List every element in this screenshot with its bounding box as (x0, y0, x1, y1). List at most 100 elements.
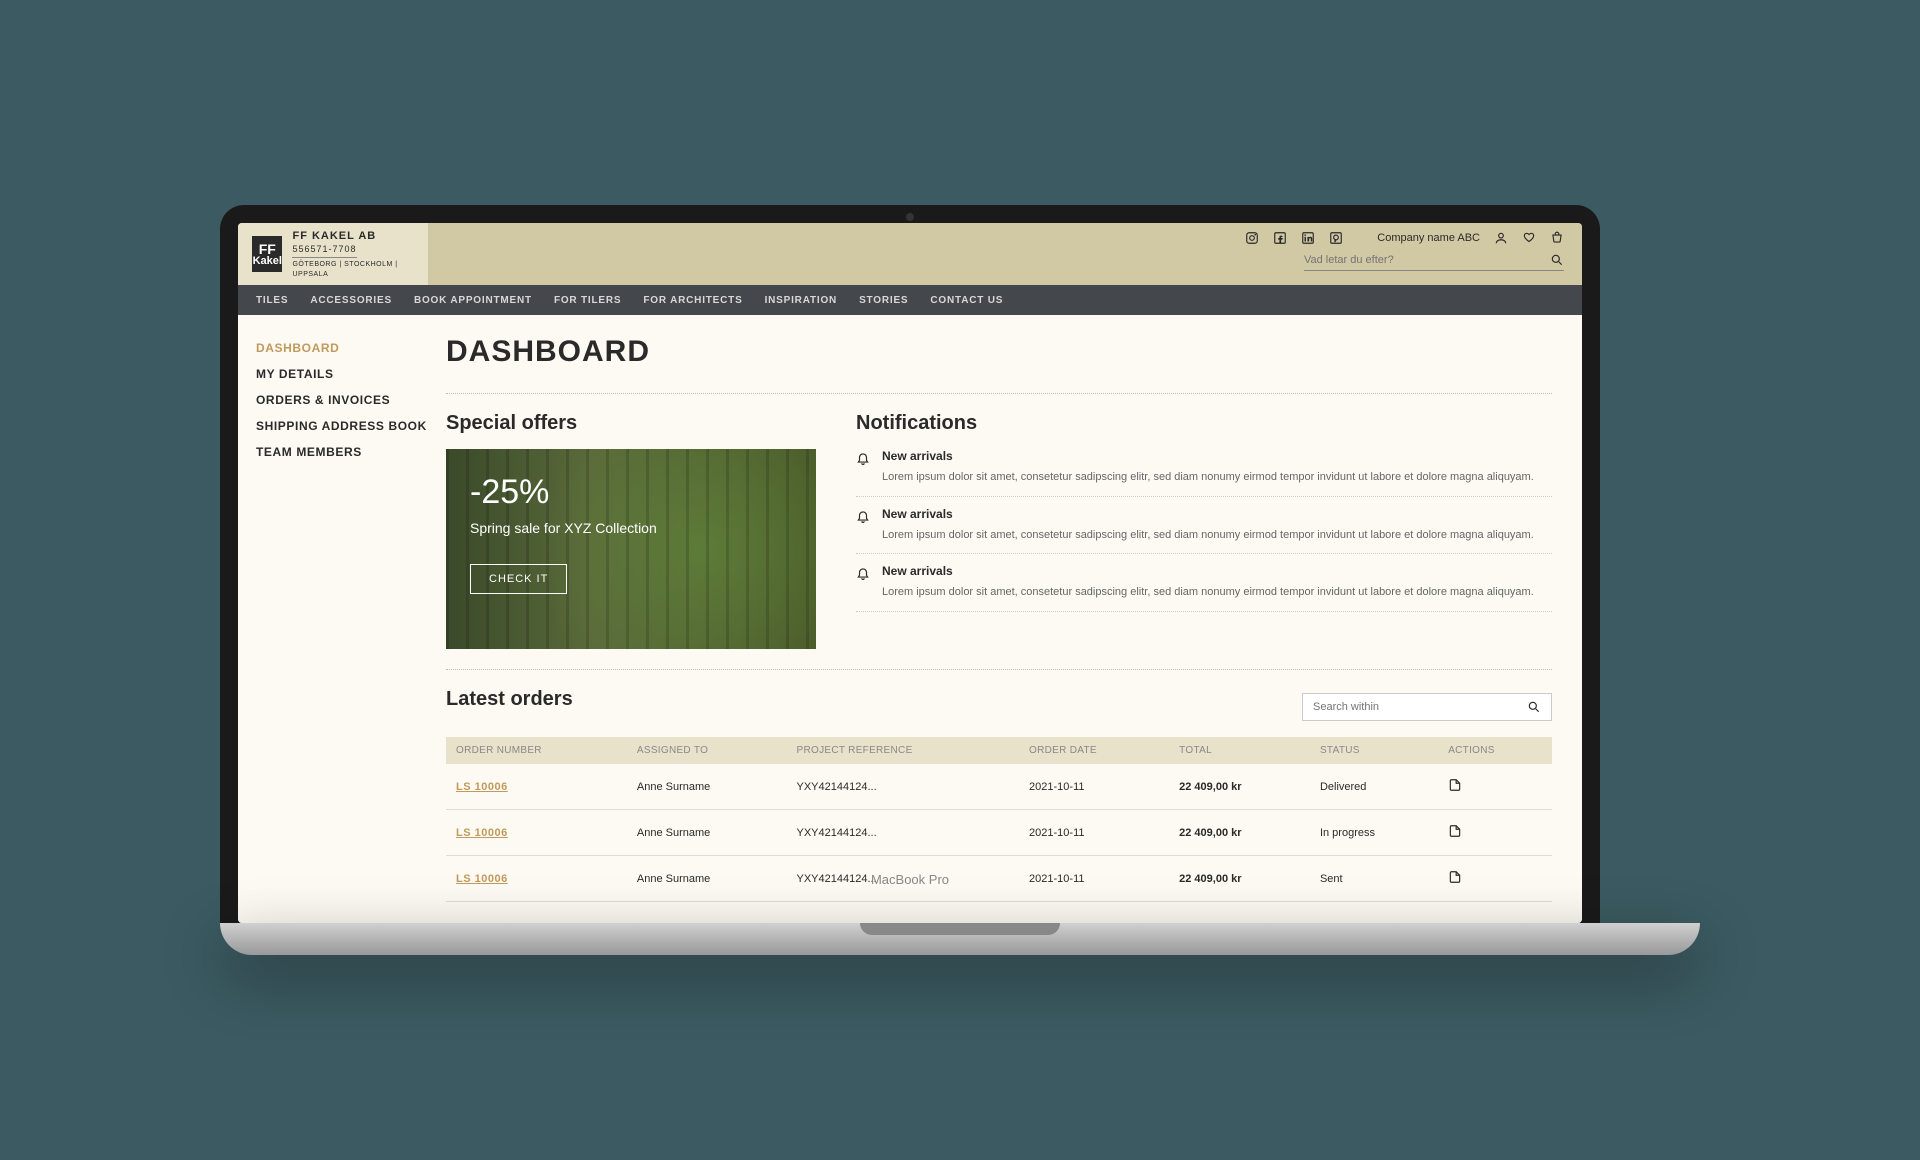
nav-inspiration[interactable]: INSPIRATION (765, 295, 838, 306)
sidebar-item-team[interactable]: TEAM MEMBERS (256, 445, 438, 459)
logo-ff: FF (259, 242, 276, 256)
orders-header: Latest orders (446, 688, 1552, 725)
cart-icon[interactable] (1550, 231, 1564, 245)
nav-stories[interactable]: STORIES (859, 295, 908, 306)
col-actions: ACTIONS (1438, 737, 1552, 764)
orders-search-input[interactable] (1313, 701, 1527, 713)
search-icon[interactable] (1527, 700, 1541, 714)
cell-date: 2021-10-11 (1019, 810, 1169, 856)
screen: FF Kakel FF KAKEL AB 556571-7708 GÖTEBOR… (238, 223, 1582, 923)
promo-banner[interactable]: -25% Spring sale for XYZ Collection CHEC… (446, 449, 816, 649)
sidebar: DASHBOARD MY DETAILS ORDERS & INVOICES S… (238, 315, 438, 923)
user-icon[interactable] (1494, 231, 1508, 245)
search-icon[interactable] (1550, 253, 1564, 267)
laptop-frame: FF Kakel FF KAKEL AB 556571-7708 GÖTEBOR… (220, 205, 1600, 923)
order-number-link[interactable]: LS 10006 (446, 764, 627, 810)
notif-text: New arrivals Lorem ipsum dolor sit amet,… (882, 449, 1534, 486)
col-date: ORDER DATE (1019, 737, 1169, 764)
logo-number: 556571-7708 (292, 244, 356, 259)
company-name[interactable]: Company name ABC (1377, 232, 1480, 244)
notification-item[interactable]: New arrivals Lorem ipsum dolor sit amet,… (856, 554, 1552, 612)
instagram-icon[interactable] (1245, 231, 1259, 245)
content: DASHBOARD MY DETAILS ORDERS & INVOICES S… (238, 315, 1582, 923)
bell-icon (856, 566, 870, 580)
col-reference: PROJECT REFERENCE (787, 737, 1020, 764)
cell-actions (1438, 764, 1552, 810)
notif-desc: Lorem ipsum dolor sit amet, consetetur s… (882, 527, 1534, 544)
nav-architects[interactable]: FOR ARCHITECTS (643, 295, 742, 306)
laptop-base (220, 923, 1700, 955)
cell-status: Delivered (1310, 764, 1438, 810)
nav-contact[interactable]: CONTACT US (930, 295, 1003, 306)
linkedin-icon[interactable] (1301, 231, 1315, 245)
sidebar-item-details[interactable]: MY DETAILS (256, 367, 438, 381)
logo-mark: FF Kakel (252, 236, 282, 272)
search-input[interactable] (1304, 254, 1540, 266)
cell-date: 2021-10-11 (1019, 856, 1169, 902)
sidebar-item-orders[interactable]: ORDERS & INVOICES (256, 393, 438, 407)
orders-search[interactable] (1302, 693, 1552, 721)
orders-heading: Latest orders (446, 688, 573, 711)
notif-title: New arrivals (882, 507, 1534, 521)
logo-cities: GÖTEBORG | STOCKHOLM | UPPSALA (292, 260, 413, 278)
offers-heading: Special offers (446, 412, 816, 435)
table-row: LS 10006 Anne Surname YXY42144124... 202… (446, 856, 1552, 902)
cell-assigned: Anne Surname (627, 810, 787, 856)
notif-title: New arrivals (882, 564, 1534, 578)
cell-status: In progress (1310, 810, 1438, 856)
cell-actions (1438, 810, 1552, 856)
page-title: DASHBOARD (446, 335, 1552, 369)
cell-assigned: Anne Surname (627, 856, 787, 902)
logo-name: FF KAKEL AB (292, 229, 413, 243)
cell-ref: YXY42144124... (787, 810, 1020, 856)
notifications: Notifications New arrivals Lorem ipsum d… (856, 412, 1552, 649)
pdf-icon[interactable] (1448, 824, 1462, 838)
sidebar-item-dashboard[interactable]: DASHBOARD (256, 341, 438, 355)
sidebar-item-shipping[interactable]: SHIPPING ADDRESS BOOK (256, 419, 438, 433)
order-number-link[interactable]: LS 10006 (446, 810, 627, 856)
col-total: TOTAL (1169, 737, 1310, 764)
nav-accessories[interactable]: ACCESSORIES (310, 295, 392, 306)
logo-text: FF KAKEL AB 556571-7708 GÖTEBORG | STOCK… (292, 229, 413, 278)
table-row: LS 10006 Anne Surname YXY42144124... 202… (446, 764, 1552, 810)
header-search[interactable] (1304, 253, 1564, 271)
bell-icon (856, 451, 870, 465)
special-offers: Special offers -25% Spring sale for XYZ … (446, 412, 816, 649)
heart-icon[interactable] (1522, 231, 1536, 245)
nav-tiles[interactable]: TILES (256, 295, 288, 306)
table-header-row: ORDER NUMBER ASSIGNED TO PROJECT REFEREN… (446, 737, 1552, 764)
promo-cta-button[interactable]: CHECK IT (470, 564, 567, 594)
col-order-number: ORDER NUMBER (446, 737, 627, 764)
bell-icon (856, 509, 870, 523)
facebook-icon[interactable] (1273, 231, 1287, 245)
cell-total: 22 409,00 kr (1169, 810, 1310, 856)
latest-orders: Latest orders ORDER NUMBER ASSIGNED TO P… (446, 669, 1552, 902)
notif-text: New arrivals Lorem ipsum dolor sit amet,… (882, 507, 1534, 544)
header-icons: Company name ABC (1245, 231, 1564, 245)
camera-dot (906, 213, 914, 221)
order-number-link[interactable]: LS 10006 (446, 856, 627, 902)
pdf-icon[interactable] (1448, 778, 1462, 792)
cell-actions (1438, 856, 1552, 902)
header: FF Kakel FF KAKEL AB 556571-7708 GÖTEBOR… (238, 223, 1582, 285)
notif-title: New arrivals (882, 449, 1534, 463)
pdf-icon[interactable] (1448, 870, 1462, 884)
promo-percent: -25% (470, 473, 792, 512)
cell-status: Sent (1310, 856, 1438, 902)
cell-ref: YXY42144124... (787, 764, 1020, 810)
device-branding: MacBook Pro (871, 872, 949, 887)
logo[interactable]: FF Kakel FF KAKEL AB 556571-7708 GÖTEBOR… (238, 223, 428, 285)
notif-desc: Lorem ipsum dolor sit amet, consetetur s… (882, 469, 1534, 486)
notification-item[interactable]: New arrivals Lorem ipsum dolor sit amet,… (856, 497, 1552, 555)
main-nav: TILES ACCESSORIES BOOK APPOINTMENT FOR T… (238, 285, 1582, 315)
nav-book[interactable]: BOOK APPOINTMENT (414, 295, 532, 306)
col-assigned: ASSIGNED TO (627, 737, 787, 764)
orders-table: ORDER NUMBER ASSIGNED TO PROJECT REFEREN… (446, 737, 1552, 902)
promo-subtitle: Spring sale for XYZ Collection (470, 520, 792, 536)
notification-item[interactable]: New arrivals Lorem ipsum dolor sit amet,… (856, 449, 1552, 497)
logo-kakel: Kakel (253, 256, 282, 267)
notif-text: New arrivals Lorem ipsum dolor sit amet,… (882, 564, 1534, 601)
pinterest-icon[interactable] (1329, 231, 1343, 245)
notif-desc: Lorem ipsum dolor sit amet, consetetur s… (882, 584, 1534, 601)
nav-tilers[interactable]: FOR TILERS (554, 295, 621, 306)
